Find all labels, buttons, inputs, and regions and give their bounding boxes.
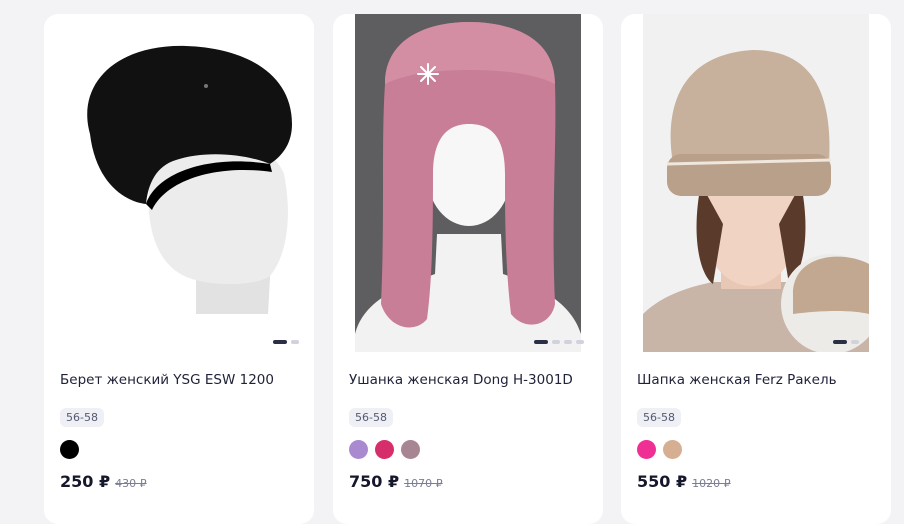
color-swatch-beige[interactable]	[663, 440, 682, 459]
product-card[interactable]: Ушанка женская Dong H-3001D 56-58 750 ₽ …	[333, 14, 603, 524]
carousel-dot[interactable]	[576, 340, 584, 344]
carousel-dot[interactable]	[273, 340, 287, 344]
carousel-dot[interactable]	[534, 340, 548, 344]
carousel-dot[interactable]	[291, 340, 299, 344]
carousel-dot[interactable]	[564, 340, 572, 344]
price-block: 750 ₽ 1070 ₽	[349, 472, 443, 491]
color-swatch-pink[interactable]	[637, 440, 656, 459]
product-card[interactable]: Берет женский YSG ESW 1200 56-58 250 ₽ 4…	[44, 14, 314, 524]
knit-hat-on-model-image[interactable]	[643, 14, 869, 352]
product-title[interactable]: Шапка женская Ferz Ракель	[637, 372, 837, 388]
image-carousel-indicator[interactable]	[833, 340, 859, 344]
image-carousel-indicator[interactable]	[273, 340, 299, 344]
color-swatches	[637, 440, 682, 459]
current-price: 550 ₽	[637, 472, 688, 491]
ushanka-on-mannequin-image[interactable]	[355, 14, 581, 352]
price-block: 250 ₽ 430 ₽	[60, 472, 147, 491]
current-price: 250 ₽	[60, 472, 111, 491]
size-badge: 56-58	[60, 408, 104, 427]
color-swatch-lilac[interactable]	[349, 440, 368, 459]
color-swatches	[349, 440, 420, 459]
price-block: 550 ₽ 1020 ₽	[637, 472, 731, 491]
size-badge: 56-58	[349, 408, 393, 427]
product-card[interactable]: Шапка женская Ferz Ракель 56-58 550 ₽ 10…	[621, 14, 891, 524]
color-swatches	[60, 440, 79, 459]
color-swatch-black[interactable]	[60, 440, 79, 459]
color-swatch-raspberry[interactable]	[375, 440, 394, 459]
old-price: 430 ₽	[115, 477, 147, 490]
carousel-dot[interactable]	[833, 340, 847, 344]
beret-on-mannequin-image[interactable]	[56, 14, 302, 352]
carousel-dot[interactable]	[851, 340, 859, 344]
carousel-dot[interactable]	[552, 340, 560, 344]
old-price: 1020 ₽	[692, 477, 731, 490]
size-badge: 56-58	[637, 408, 681, 427]
current-price: 750 ₽	[349, 472, 400, 491]
product-title[interactable]: Берет женский YSG ESW 1200	[60, 372, 274, 388]
image-carousel-indicator[interactable]	[534, 340, 584, 344]
product-title[interactable]: Ушанка женская Dong H-3001D	[349, 372, 573, 388]
color-swatch-dusty-rose[interactable]	[401, 440, 420, 459]
old-price: 1070 ₽	[404, 477, 443, 490]
